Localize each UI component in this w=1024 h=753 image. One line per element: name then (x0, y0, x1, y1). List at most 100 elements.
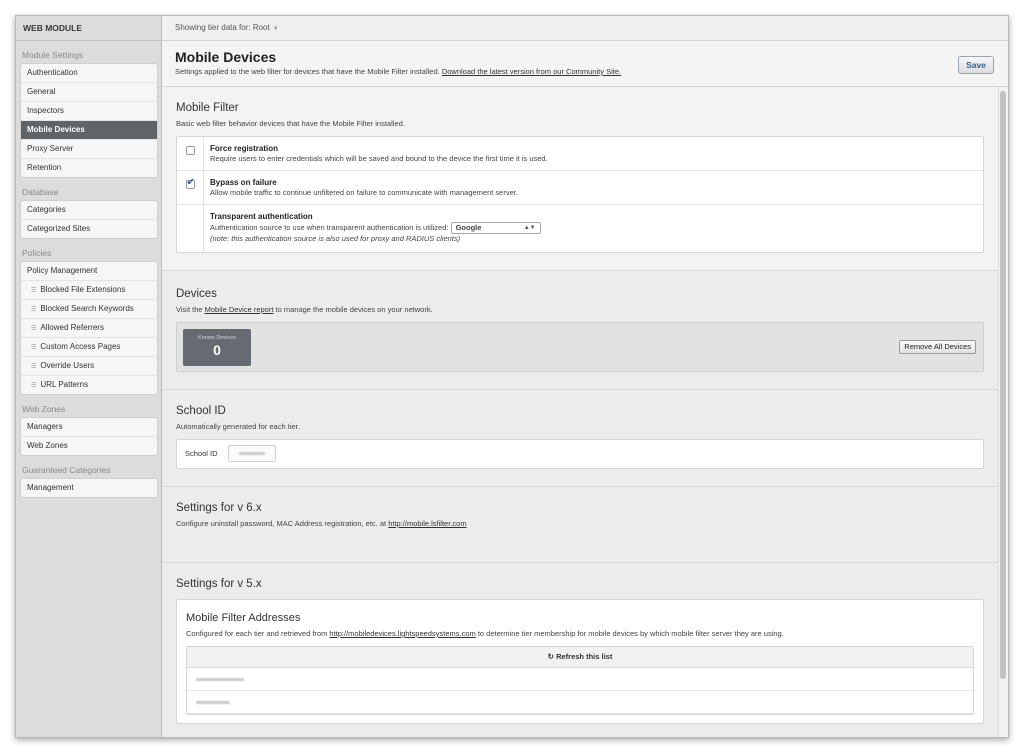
sidebar-section-heading: Module Settings (22, 50, 83, 60)
mobile-filter-title: Mobile Filter (176, 102, 239, 114)
devices-desc: Visit the Mobile Device report to manage… (176, 305, 984, 314)
main-panel: Showing tier data for: Root ▼ Mobile Devi… (162, 16, 1008, 737)
devices-desc-pre: Visit the (176, 305, 203, 314)
sidebar-item-label: Authentication (27, 68, 78, 77)
transparent-auth-desc: Authentication source to use when transp… (210, 222, 449, 232)
mobile-device-report-link[interactable]: Mobile Device report (205, 305, 274, 314)
sidebar-item-blocked-search-keywords[interactable]: ☰ Blocked Search Keywords (21, 300, 157, 319)
sidebar-item-allowed-referrers[interactable]: ☰ Allowed Referrers (21, 319, 157, 338)
sidebar-item-mobile-devices[interactable]: Mobile Devices (21, 121, 157, 140)
sidebar-item-label: Blocked File Extensions (40, 285, 126, 294)
sidebar-item-authentication[interactable]: Authentication (21, 64, 157, 83)
vertical-scrollbar[interactable] (998, 87, 1008, 737)
select-arrows-icon: ▲▼ (523, 225, 536, 231)
known-devices-card: Known Devices 0 (183, 329, 251, 366)
table-row (187, 668, 973, 691)
sidebar-section-heading: Policies (22, 248, 52, 258)
sidebar-section-heading: Guaranteed Categories (22, 465, 111, 475)
sidebar-item-proxy-server[interactable]: Proxy Server (21, 140, 157, 159)
sidebar-item-override-users[interactable]: ☰ Override Users (21, 357, 157, 376)
mobile-filter-section: Mobile Filter Basic web filter behavior … (162, 87, 1008, 271)
sidebar-item-web-zones[interactable]: Web Zones (21, 437, 157, 455)
scrollbar-thumb[interactable] (1000, 91, 1006, 679)
sidebar-item-label: URL Patterns (40, 380, 89, 389)
school-id-box: School ID (176, 439, 984, 469)
list-icon: ☰ (31, 383, 37, 389)
sidebar-item-inspectors[interactable]: Inspectors (21, 102, 157, 121)
sidebar-group: Categories Categorized Sites (20, 200, 158, 239)
devices-desc-post: to manage the mobile devices on your net… (275, 305, 433, 314)
mobile-filter-addresses-desc: Configured for each tier and retrieved f… (186, 629, 974, 638)
mobile-lsfilter-link[interactable]: http://mobile.lsfilter.com (388, 519, 466, 528)
known-devices-label: Known Devices (198, 335, 236, 341)
sidebar-item-categories[interactable]: Categories (21, 201, 157, 220)
v6-settings-desc: Configure uninstall password, MAC Addres… (176, 519, 984, 528)
sidebar-nav: Module Settings Authentication General Insp… (16, 41, 161, 498)
bypass-on-failure-desc: Allow mobile traffic to continue unfilte… (210, 188, 518, 197)
sidebar-item-label: Retention (27, 163, 62, 172)
sidebar-group: Authentication General Inspectors Mobile De… (20, 63, 158, 178)
sidebar-item-policy-management[interactable]: Policy Management (21, 262, 157, 281)
sidebar-item-label: Inspectors (27, 106, 64, 115)
list-icon: ☰ (31, 288, 37, 294)
school-id-field[interactable] (228, 445, 276, 462)
sidebar-item-blocked-file-extensions[interactable]: ☰ Blocked File Extensions (21, 281, 157, 300)
mobiledevices-link[interactable]: http://mobiledevices.lightspeedsystems.c… (329, 629, 475, 638)
sidebar-item-label: Custom Access Pages (40, 342, 121, 351)
sidebar-item-label: Categorized Sites (27, 224, 91, 233)
sidebar: WEB MODULE Module Settings Authentication… (16, 16, 162, 737)
force-registration-row: Force registration Require users to ente… (177, 137, 983, 171)
sidebar-item-custom-access-pages[interactable]: ☰ Custom Access Pages (21, 338, 157, 357)
sidebar-item-url-patterns[interactable]: ☰ URL Patterns (21, 376, 157, 394)
transparent-auth-note: (note: this authentication source is als… (210, 234, 461, 243)
addresses-desc-post: to determine tier membership for mobile … (477, 629, 784, 638)
sidebar-title: WEB MODULE (16, 16, 161, 41)
sidebar-section-heading: Web Zones (22, 404, 66, 414)
download-link[interactable]: Download the latest version from our Com… (442, 67, 621, 76)
list-icon: ☰ (31, 326, 37, 332)
school-id-desc: Automatically generated for each tier. (176, 422, 300, 431)
sidebar-item-label: Proxy Server (27, 144, 74, 153)
force-registration-desc: Require users to enter credentials which… (210, 154, 548, 163)
sidebar-item-label: Web Zones (27, 441, 68, 450)
v5-settings-section: Settings for v 5.x Mobile Filter Address… (162, 563, 1008, 737)
refresh-list-button[interactable]: ↻ Refresh this list (187, 647, 973, 668)
transparent-auth-title: Transparent authentication (210, 212, 313, 221)
sidebar-item-label: Mobile Devices (27, 125, 85, 134)
page-subtitle-text: Settings applied to the web filter for d… (175, 67, 440, 76)
remove-all-devices-button[interactable]: Remove All Devices (899, 340, 976, 354)
v6-settings-section: Settings for v 6.x Configure uninstall p… (162, 487, 1008, 563)
devices-box: Known Devices 0 Remove All Devices (176, 322, 984, 372)
refresh-icon: ↻ (547, 652, 554, 661)
page-title: Mobile Devices (175, 49, 277, 65)
page-header: Mobile Devices Settings applied to the w… (162, 41, 1008, 87)
addresses-desc-pre: Configured for each tier and retrieved f… (186, 629, 328, 638)
page-subtitle: Settings applied to the web filter for d… (175, 67, 1008, 76)
sidebar-group: Managers Web Zones (20, 417, 158, 456)
devices-title: Devices (176, 288, 217, 300)
mobile-filter-addresses-card: Mobile Filter Addresses Configured for e… (176, 599, 984, 724)
addresses-table: ↻ Refresh this list (186, 646, 974, 715)
v6-settings-title: Settings for v 6.x (176, 502, 262, 514)
sidebar-item-label: Override Users (40, 361, 95, 370)
save-button[interactable]: Save (958, 56, 994, 74)
app-window: WEB MODULE Module Settings Authentication… (15, 15, 1009, 738)
sidebar-item-general[interactable]: General (21, 83, 157, 102)
force-registration-checkbox[interactable] (185, 146, 195, 155)
bypass-on-failure-checkbox[interactable] (185, 177, 195, 189)
school-id-title: School ID (176, 405, 226, 417)
auth-source-value: Google (455, 223, 482, 232)
sidebar-item-retention[interactable]: Retention (21, 159, 157, 177)
sidebar-group: Policy Management ☰ Blocked File Extension… (20, 261, 158, 395)
auth-source-select[interactable]: Google ▲▼ (450, 222, 541, 234)
bypass-on-failure-row: Bypass on failure Allow mobile traffic t… (177, 171, 983, 205)
sidebar-item-categorized-sites[interactable]: Categorized Sites (21, 220, 157, 238)
sidebar-item-management[interactable]: Management (21, 479, 157, 497)
sidebar-item-managers[interactable]: Managers (21, 418, 157, 437)
tier-selector[interactable]: Showing tier data for: Root ▼ (162, 16, 1008, 41)
address-redacted (196, 678, 244, 681)
mobile-filter-addresses-title: Mobile Filter Addresses (186, 612, 301, 624)
refresh-list-label: Refresh this list (556, 652, 613, 661)
devices-section: Devices Visit the Mobile Device report t… (162, 271, 1008, 390)
tier-selector-label: Showing tier data for: Root (175, 23, 270, 32)
